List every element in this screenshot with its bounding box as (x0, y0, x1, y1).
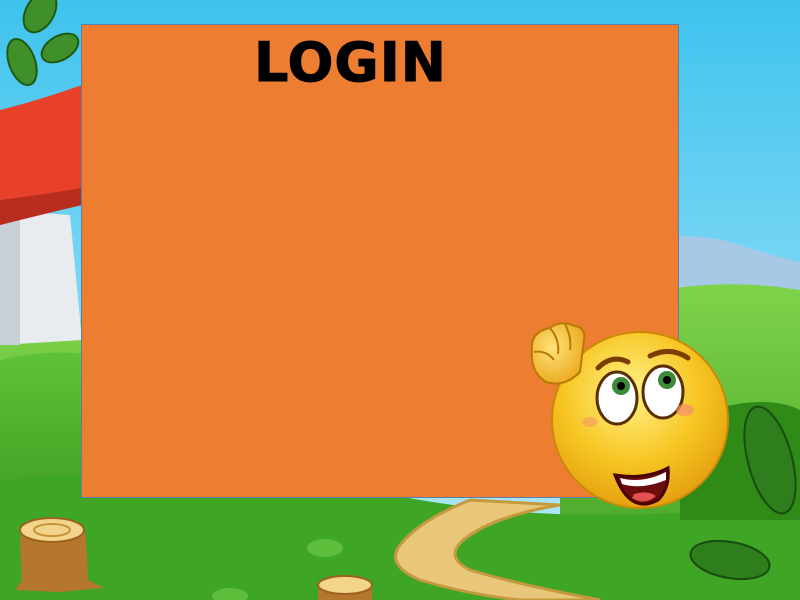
house-wall-shade (0, 210, 20, 345)
smiley-hand (530, 322, 586, 385)
thinking-smiley-icon (530, 322, 729, 509)
grass-stone (307, 539, 343, 557)
login-title: LOGIN (254, 31, 447, 95)
tree-stump-middle (317, 575, 373, 600)
